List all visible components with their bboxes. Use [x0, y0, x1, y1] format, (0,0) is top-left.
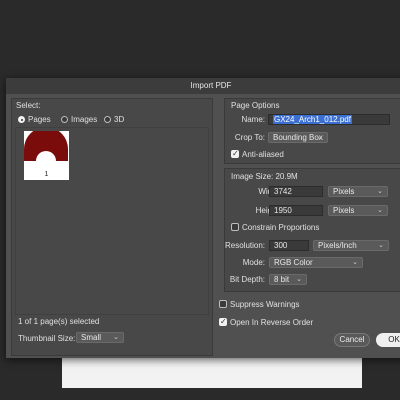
- ok-button[interactable]: OK: [376, 333, 400, 347]
- height-unit-select[interactable]: Pixels ⌄: [328, 205, 388, 216]
- 3d-label[interactable]: 3D: [114, 115, 124, 124]
- page-options-panel: Page Options Name: GX24_Arch1_012.pdf Cr…: [224, 98, 400, 164]
- constrain-proportions-label[interactable]: Constrain Proportions: [242, 223, 319, 232]
- mode-select[interactable]: RGB Color ⌄: [269, 257, 363, 268]
- chevron-down-icon: ⌄: [378, 242, 384, 249]
- name-label: Name:: [241, 115, 265, 124]
- mode-value: RGB Color: [274, 258, 313, 267]
- resolution-label: Resolution:: [225, 241, 266, 250]
- thumbnail-size-value: Small: [81, 333, 102, 342]
- anti-aliased-label[interactable]: Anti-aliased: [242, 150, 284, 159]
- pages-label[interactable]: Pages: [28, 115, 51, 124]
- bit-depth-value: 8 bit: [274, 275, 290, 284]
- thumbnail-artwork: [24, 131, 68, 161]
- chevron-down-icon: ⌄: [113, 334, 119, 341]
- page-options-heading: Page Options: [231, 101, 280, 110]
- width-input[interactable]: 3742: [269, 186, 323, 197]
- images-radio[interactable]: [61, 116, 68, 123]
- width-unit-value: Pixels: [333, 187, 355, 196]
- crop-to-value: Bounding Box: [273, 133, 323, 142]
- chevron-down-icon: ⌄: [317, 134, 323, 141]
- anti-aliased-checkbox[interactable]: [231, 149, 239, 158]
- images-label[interactable]: Images: [71, 115, 97, 124]
- select-panel: Select: Pages Images 3D 1 1 of 1 page(s)…: [11, 98, 213, 356]
- thumbnail-size-select[interactable]: Small ⌄: [76, 332, 124, 343]
- thumbnail-area: 1: [15, 127, 209, 315]
- thumbnail-page-number: 1: [44, 171, 49, 178]
- image-size-panel: Image Size: 20.9M Width: 3742 Pixels ⌄ H…: [224, 168, 400, 292]
- height-unit-value: Pixels: [333, 206, 355, 215]
- constrain-proportions-checkbox[interactable]: [231, 223, 239, 231]
- name-value: GX24_Arch1_012.pdf: [273, 115, 352, 124]
- bit-depth-select[interactable]: 8 bit ⌄: [269, 274, 307, 285]
- selection-status: 1 of 1 page(s) selected: [18, 317, 100, 326]
- thumbnail-size-label: Thumbnail Size:: [18, 334, 76, 343]
- crop-to-label: Crop To:: [234, 133, 265, 142]
- bit-depth-label: Bit Depth:: [229, 275, 265, 284]
- suppress-warnings-label[interactable]: Suppress Warnings: [230, 300, 300, 309]
- page-thumbnail[interactable]: 1: [24, 131, 69, 180]
- chevron-down-icon: ⌄: [377, 207, 383, 214]
- resolution-unit-select[interactable]: Pixels/Inch ⌄: [313, 240, 389, 251]
- reverse-order-label[interactable]: Open In Reverse Order: [230, 318, 313, 327]
- height-input[interactable]: 1950: [269, 205, 323, 216]
- mode-label: Mode:: [242, 258, 265, 267]
- resolution-unit-value: Pixels/Inch: [318, 241, 357, 250]
- 3d-radio[interactable]: [104, 116, 111, 123]
- name-input[interactable]: GX24_Arch1_012.pdf: [268, 114, 390, 125]
- chevron-down-icon: ⌄: [352, 259, 358, 266]
- image-size-heading: Image Size: 20.9M: [231, 172, 298, 181]
- import-pdf-dialog: Import PDF Select: Pages Images 3D 1 1 o…: [6, 78, 400, 358]
- chevron-down-icon: ⌄: [377, 188, 383, 195]
- dialog-title[interactable]: Import PDF: [6, 78, 400, 94]
- chevron-down-icon: ⌄: [296, 276, 302, 283]
- pages-radio[interactable]: [18, 116, 25, 123]
- select-heading: Select:: [16, 101, 41, 110]
- suppress-warnings-checkbox[interactable]: [219, 300, 227, 308]
- reverse-order-checkbox[interactable]: [219, 317, 227, 326]
- resolution-input[interactable]: 300: [269, 240, 309, 251]
- cancel-button[interactable]: Cancel: [334, 333, 370, 347]
- crop-to-select[interactable]: Bounding Box ⌄: [268, 132, 328, 143]
- width-unit-select[interactable]: Pixels ⌄: [328, 186, 388, 197]
